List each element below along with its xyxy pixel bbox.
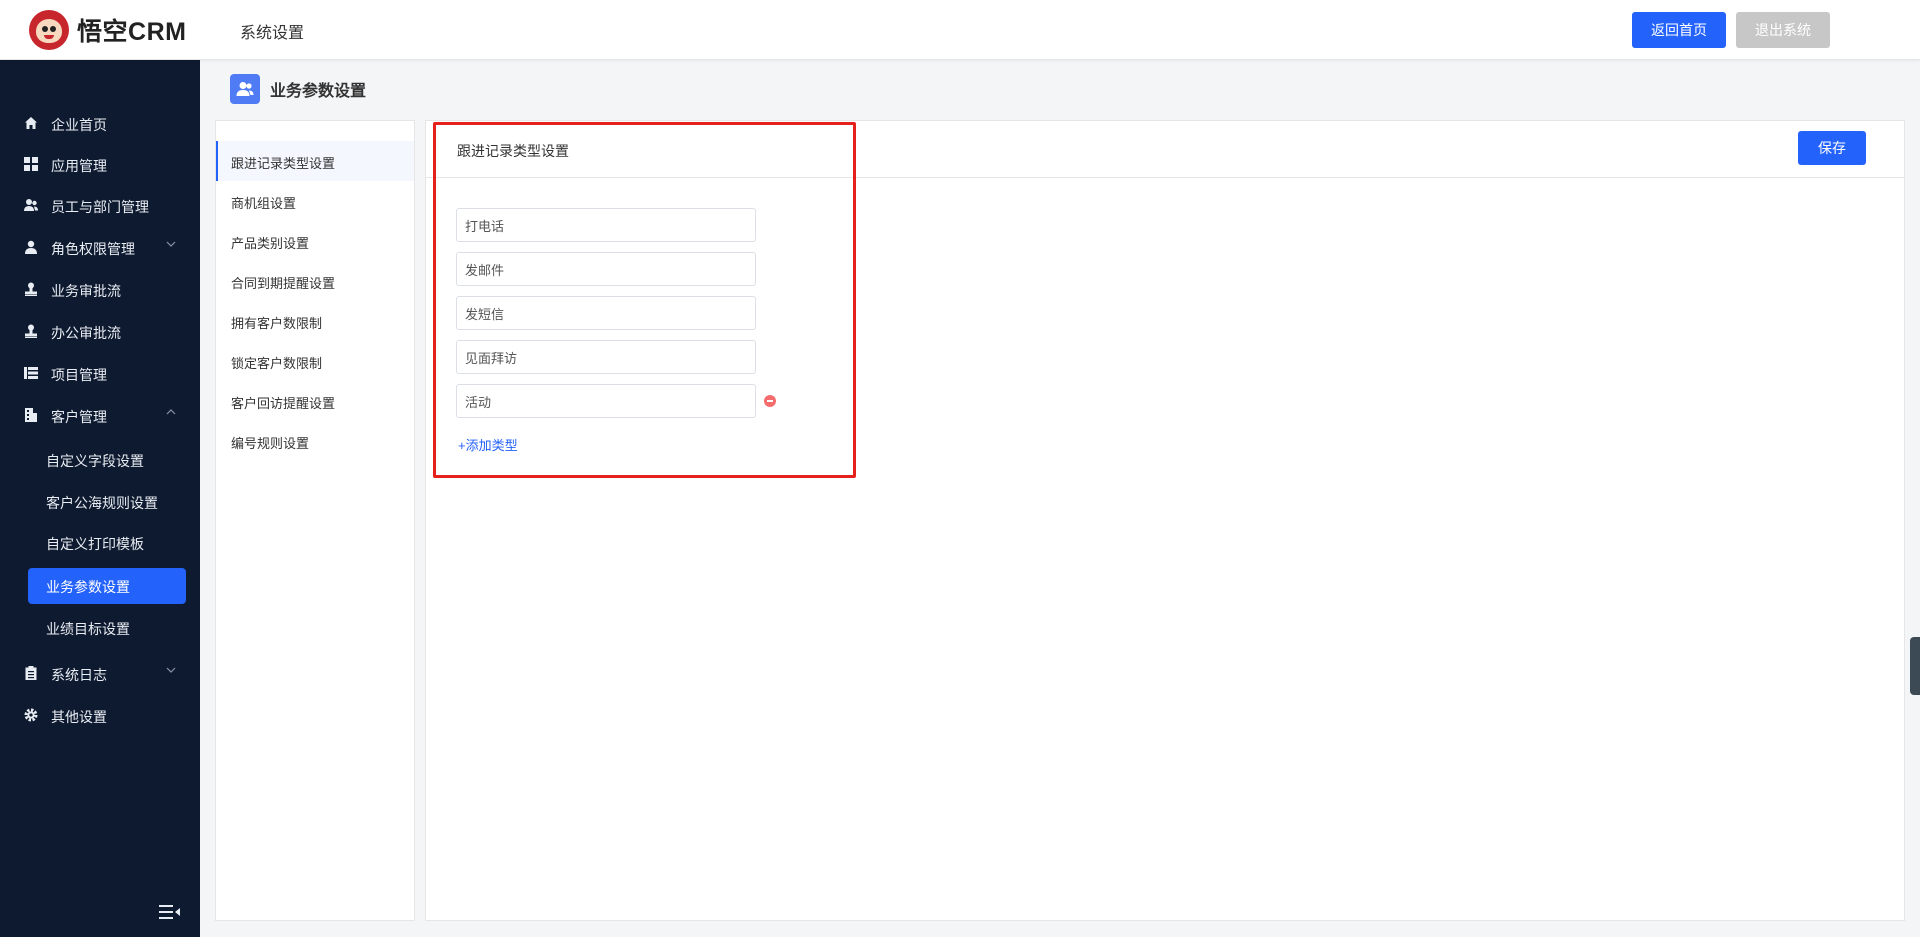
return-home-button[interactable]: 返回首页: [1632, 12, 1726, 48]
sidebar-subitem-pool-rules[interactable]: 客户公海规则设置: [28, 484, 186, 520]
sidebar-item-label: 系统日志: [51, 667, 107, 683]
sidebar-subitem-business-params[interactable]: 业务参数设置: [28, 568, 186, 604]
settings-menu-label: 商机组设置: [231, 196, 297, 211]
sidebar-item-label: 企业首页: [51, 117, 107, 133]
content-header: 跟进记录类型设置 保存: [426, 121, 1904, 178]
type-field-visit[interactable]: [456, 340, 756, 374]
add-type-link[interactable]: +添加类型: [458, 435, 518, 454]
chevron-up-icon: [166, 409, 176, 415]
page-header: 业务参数设置: [230, 74, 366, 104]
users-icon: [230, 74, 260, 104]
settings-menu-label: 客户回访提醒设置: [231, 396, 336, 411]
settings-menu-item-revisit-reminder[interactable]: 客户回访提醒设置: [216, 381, 414, 421]
chevron-down-icon: [166, 241, 176, 247]
settings-menu-label: 编号规则设置: [231, 436, 310, 451]
settings-menu-item-locked-limit[interactable]: 锁定客户数限制: [216, 341, 414, 381]
settings-menu-item-product-categories[interactable]: 产品类别设置: [216, 221, 414, 261]
edge-widget[interactable]: [1910, 637, 1920, 695]
settings-menu-item-numbering-rules[interactable]: 编号规则设置: [216, 421, 414, 461]
logo-text: 悟空CRM: [77, 17, 187, 46]
settings-menu-label: 拥有客户数限制: [231, 316, 323, 331]
sidebar-item-label: 角色权限管理: [51, 241, 135, 257]
settings-menu-item-owned-limit[interactable]: 拥有客户数限制: [216, 301, 414, 341]
type-field-phone[interactable]: [456, 208, 756, 242]
sidebar-item-apps[interactable]: 应用管理: [0, 144, 200, 184]
type-field-email[interactable]: [456, 252, 756, 286]
clipboard-icon: [25, 666, 37, 680]
users-icon: [24, 199, 38, 211]
sidebar-item-projects[interactable]: 项目管理: [0, 353, 200, 393]
settings-menu-label: 合同到期提醒设置: [231, 276, 336, 291]
sidebar-subitem-label: 客户公海规则设置: [46, 495, 158, 511]
building-icon: [25, 408, 37, 422]
settings-menu-item-followup-types[interactable]: 跟进记录类型设置: [216, 141, 414, 181]
sidebar-item-staff[interactable]: 员工与部门管理: [0, 185, 200, 225]
sidebar-item-label: 项目管理: [51, 367, 107, 383]
sidebar-item-label: 业务审批流: [51, 283, 121, 299]
sidebar-subitem-performance-targets[interactable]: 业绩目标设置: [28, 610, 186, 646]
sidebar-item-business-approval[interactable]: 业务审批流: [0, 269, 200, 309]
sidebar-item-other-settings[interactable]: 其他设置: [0, 695, 200, 735]
sidebar-subitem-label: 自定义字段设置: [46, 453, 144, 469]
sidebar-item-label: 客户管理: [51, 409, 107, 425]
sidebar-subitem-label: 自定义打印模板: [46, 536, 144, 552]
list-icon: [24, 367, 38, 379]
settings-menu-item-opportunity-groups[interactable]: 商机组设置: [216, 181, 414, 221]
settings-menu-item-contract-expiry[interactable]: 合同到期提醒设置: [216, 261, 414, 301]
collapse-menu-icon[interactable]: [159, 904, 181, 920]
sidebar-subitem-custom-fields[interactable]: 自定义字段设置: [28, 442, 186, 478]
sidebar-item-home[interactable]: 企业首页: [0, 103, 200, 143]
settings-menu-label: 产品类别设置: [231, 236, 310, 251]
header-section-title: 系统设置: [240, 25, 305, 42]
gear-icon: [24, 708, 38, 722]
settings-menu-label: 锁定客户数限制: [231, 356, 323, 371]
exit-system-button[interactable]: 退出系统: [1736, 12, 1830, 48]
sidebar-item-roles[interactable]: 角色权限管理: [0, 227, 200, 267]
type-field-sms[interactable]: [456, 296, 756, 330]
monkey-logo-icon: [29, 10, 69, 50]
page-title: 业务参数设置: [270, 83, 367, 100]
sidebar-item-customers[interactable]: 客户管理: [0, 395, 200, 435]
content-panel: 跟进记录类型设置 保存 +添加类型: [425, 120, 1905, 921]
stamp-icon: [25, 324, 37, 338]
type-field-activity[interactable]: [456, 384, 756, 418]
settings-menu-label: 跟进记录类型设置: [231, 156, 336, 171]
sidebar-item-label: 其他设置: [51, 709, 107, 725]
sidebar-subitem-print-templates[interactable]: 自定义打印模板: [28, 525, 186, 561]
chevron-down-icon: [166, 667, 176, 673]
settings-menu: 跟进记录类型设置 商机组设置 产品类别设置 合同到期提醒设置 拥有客户数限制 锁…: [215, 120, 415, 921]
user-icon: [25, 240, 37, 254]
sidebar: 企业首页 应用管理 员工与部门管理 角色权限管理 业务审批流 办公审批流 项目管…: [0, 60, 200, 937]
sidebar-item-label: 办公审批流: [51, 325, 121, 341]
sidebar-item-label: 员工与部门管理: [51, 199, 149, 215]
sidebar-item-system-log[interactable]: 系统日志: [0, 653, 200, 693]
top-header: 悟空CRM 系统设置 返回首页 退出系统: [0, 0, 1920, 60]
sidebar-subitem-label: 业务参数设置: [46, 579, 130, 595]
sidebar-item-office-approval[interactable]: 办公审批流: [0, 311, 200, 351]
remove-type-icon[interactable]: [764, 395, 776, 407]
sidebar-subitem-label: 业绩目标设置: [46, 621, 130, 637]
grid-icon: [24, 157, 38, 171]
sidebar-item-label: 应用管理: [51, 158, 107, 174]
app-logo[interactable]: 悟空CRM: [29, 10, 186, 50]
home-icon: [25, 117, 37, 129]
content-title: 跟进记录类型设置: [457, 143, 569, 159]
save-button[interactable]: 保存: [1798, 131, 1866, 165]
stamp-icon: [25, 282, 37, 296]
